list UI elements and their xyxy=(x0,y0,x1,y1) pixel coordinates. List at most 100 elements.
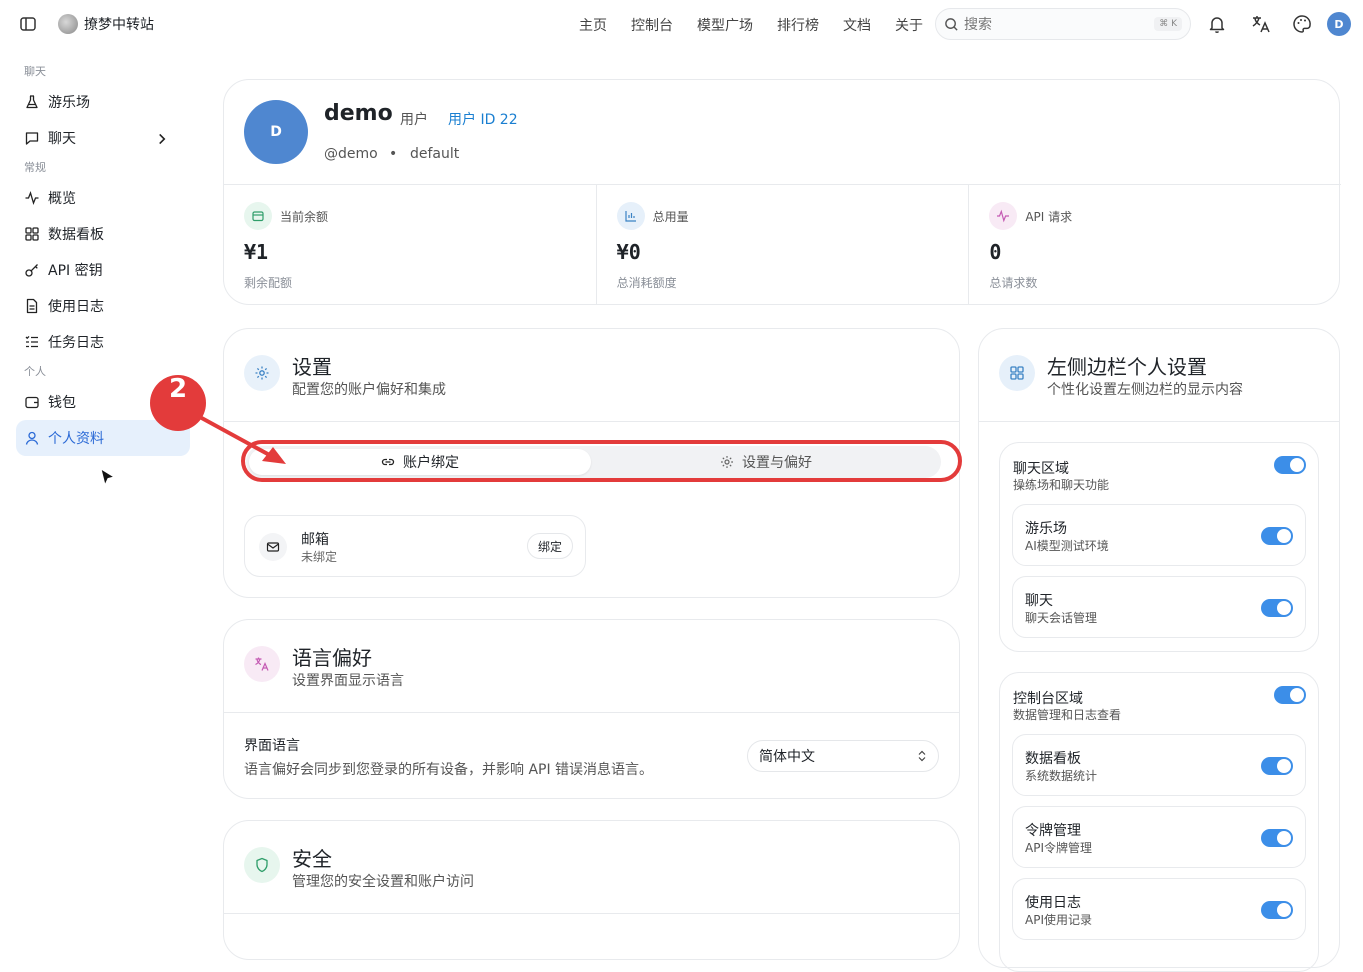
file-icon xyxy=(26,298,38,314)
language-description: 语言偏好会同步到您登录的所有设备，并影响 API 错误消息语言。 xyxy=(244,762,654,778)
sidebar-item-label: 概览 xyxy=(48,191,76,207)
bell-icon[interactable] xyxy=(1207,14,1227,34)
list-icon xyxy=(25,335,38,348)
sidebar-item-label: 游乐场 xyxy=(48,95,90,111)
profile-user-id: 用户 ID 22 xyxy=(448,112,518,128)
section-subtitle: 配置您的账户偏好和集成 xyxy=(292,382,446,398)
divider xyxy=(224,712,959,713)
translate-icon xyxy=(244,646,280,682)
sidebar-group-chat: 聊天 xyxy=(24,65,46,78)
toggle-dashboard[interactable] xyxy=(1261,757,1293,775)
sidebar-toggle-icon[interactable] xyxy=(19,15,37,33)
section-subtitle: 管理您的安全设置和账户访问 xyxy=(292,874,474,890)
item-title: 游乐场 xyxy=(1025,521,1067,537)
item-title: 数据看板 xyxy=(1025,751,1081,767)
stats-row: 当前余额 ¥1 剩余配额 总用量 ¥0 总消耗额度 API 请求 0 总请求数 xyxy=(224,184,1341,305)
key-icon xyxy=(25,264,38,277)
section-title: 设置 xyxy=(292,355,332,379)
sidebar-group-general: 常规 xyxy=(24,161,46,174)
flask-icon xyxy=(26,95,38,109)
nav-docs[interactable]: 文档 xyxy=(843,15,871,35)
wallet-icon xyxy=(244,202,272,230)
mouse-cursor-icon xyxy=(100,468,116,487)
toggle-usage-logs[interactable] xyxy=(1261,901,1293,919)
annotation-badge: 2 xyxy=(150,375,206,431)
brand[interactable]: 撩梦中转站 xyxy=(58,14,154,34)
grid-icon xyxy=(999,355,1035,391)
palette-icon[interactable] xyxy=(1292,14,1312,34)
chevron-right-icon xyxy=(159,133,166,145)
nav-console[interactable]: 控制台 xyxy=(631,15,673,35)
language-select[interactable]: 简体中文 xyxy=(747,740,939,772)
toggle-tokens[interactable] xyxy=(1261,829,1293,847)
section-title: 左侧边栏个人设置 xyxy=(1047,355,1207,379)
sidebar-item-chat[interactable]: 聊天 xyxy=(16,120,190,156)
sidebar-item-setting-chat: 聊天 聊天会话管理 xyxy=(1012,576,1306,638)
sidebar-item-task-logs[interactable]: 任务日志 xyxy=(16,324,190,360)
search-input[interactable]: 搜索 ⌘ K xyxy=(935,8,1191,40)
nav-about[interactable]: 关于 xyxy=(895,15,923,35)
stat-sub: 总消耗额度 xyxy=(616,276,677,290)
item-title: 聊天 xyxy=(1025,593,1053,609)
language-selected: 简体中文 xyxy=(759,749,815,765)
nav-home[interactable]: 主页 xyxy=(579,15,607,35)
user-avatar[interactable]: D xyxy=(1327,12,1351,36)
stat-sub: 总请求数 xyxy=(989,276,1038,290)
toggle-console-section[interactable] xyxy=(1274,686,1306,704)
divider xyxy=(979,421,1339,422)
sidebar-item-setting-tokens: 令牌管理 API令牌管理 xyxy=(1012,806,1306,868)
sidebar-item-setting-dashboard: 数据看板 系统数据统计 xyxy=(1012,734,1306,796)
user-icon xyxy=(25,431,39,445)
toggle-playground[interactable] xyxy=(1261,527,1293,545)
divider xyxy=(224,421,959,422)
toggle-chat-section[interactable] xyxy=(1274,456,1306,474)
bind-email-button[interactable]: 绑定 xyxy=(526,533,573,559)
section-subtitle: 数据管理和日志查看 xyxy=(1013,708,1122,722)
translate-icon[interactable] xyxy=(1251,14,1271,34)
item-subtitle: API使用记录 xyxy=(1025,913,1092,927)
stat-value: ¥0 xyxy=(616,240,641,264)
item-subtitle: 系统数据统计 xyxy=(1025,769,1098,783)
nav-ranking[interactable]: 排行榜 xyxy=(777,15,819,35)
section-subtitle: 设置界面显示语言 xyxy=(292,673,404,689)
binding-status: 未绑定 xyxy=(301,550,338,564)
sidebar-section-chat: 聊天区域 操练场和聊天功能 游乐场 AI模型测试环境 聊天 聊天会话管理 xyxy=(999,442,1319,652)
activity-icon xyxy=(25,191,39,205)
sidebar-item-label: 个人资料 xyxy=(48,431,104,447)
divider xyxy=(224,913,959,914)
sidebar-item-api-keys[interactable]: API 密钥 xyxy=(16,252,190,288)
item-title: 使用日志 xyxy=(1025,895,1081,911)
sidebar-item-label: 聊天 xyxy=(48,131,76,147)
sidebar-item-playground[interactable]: 游乐场 xyxy=(16,84,190,120)
profile-role: 用户 xyxy=(400,112,428,128)
search-shortcut: ⌘ K xyxy=(1154,17,1182,31)
profile-separator: • xyxy=(389,146,398,162)
profile-name: demo xyxy=(324,101,393,126)
language-card: 语言偏好 设置界面显示语言 界面语言 语言偏好会同步到您登录的所有设备，并影响 … xyxy=(223,619,960,799)
profile-avatar: D xyxy=(244,100,308,164)
nav-models[interactable]: 模型广场 xyxy=(697,15,753,35)
item-title: 令牌管理 xyxy=(1025,823,1081,839)
activity-icon xyxy=(989,202,1018,230)
stat-usage: 总用量 ¥0 总消耗额度 xyxy=(597,185,970,305)
stat-label: 当前余额 xyxy=(280,210,329,224)
stat-balance: 当前余额 ¥1 剩余配额 xyxy=(224,185,597,305)
sidebar-item-overview[interactable]: 概览 xyxy=(16,180,190,216)
wallet-icon xyxy=(25,396,39,409)
email-binding: 邮箱 未绑定 绑定 xyxy=(244,515,586,577)
site-name: 撩梦中转站 xyxy=(84,17,154,33)
toggle-chat[interactable] xyxy=(1261,599,1293,617)
stat-value: 0 xyxy=(989,240,1002,264)
sidebar-item-setting-usage-logs: 使用日志 API使用记录 xyxy=(1012,878,1306,940)
search-icon xyxy=(945,17,958,31)
sidebar-item-dashboard[interactable]: 数据看板 xyxy=(16,216,190,252)
sidebar-item-label: 任务日志 xyxy=(48,335,104,351)
main-nav: 主页 控制台 模型广场 排行榜 文档 关于 xyxy=(579,15,923,35)
section-subtitle: 操练场和聊天功能 xyxy=(1013,478,1110,492)
sidebar-item-label: 使用日志 xyxy=(48,299,104,315)
sidebar-item-setting-playground: 游乐场 AI模型测试环境 xyxy=(1012,504,1306,566)
item-subtitle: AI模型测试环境 xyxy=(1025,539,1109,553)
sidebar-item-usage-logs[interactable]: 使用日志 xyxy=(16,288,190,324)
stat-requests: API 请求 0 总请求数 xyxy=(969,185,1341,305)
chevron-updown-icon xyxy=(918,750,926,762)
